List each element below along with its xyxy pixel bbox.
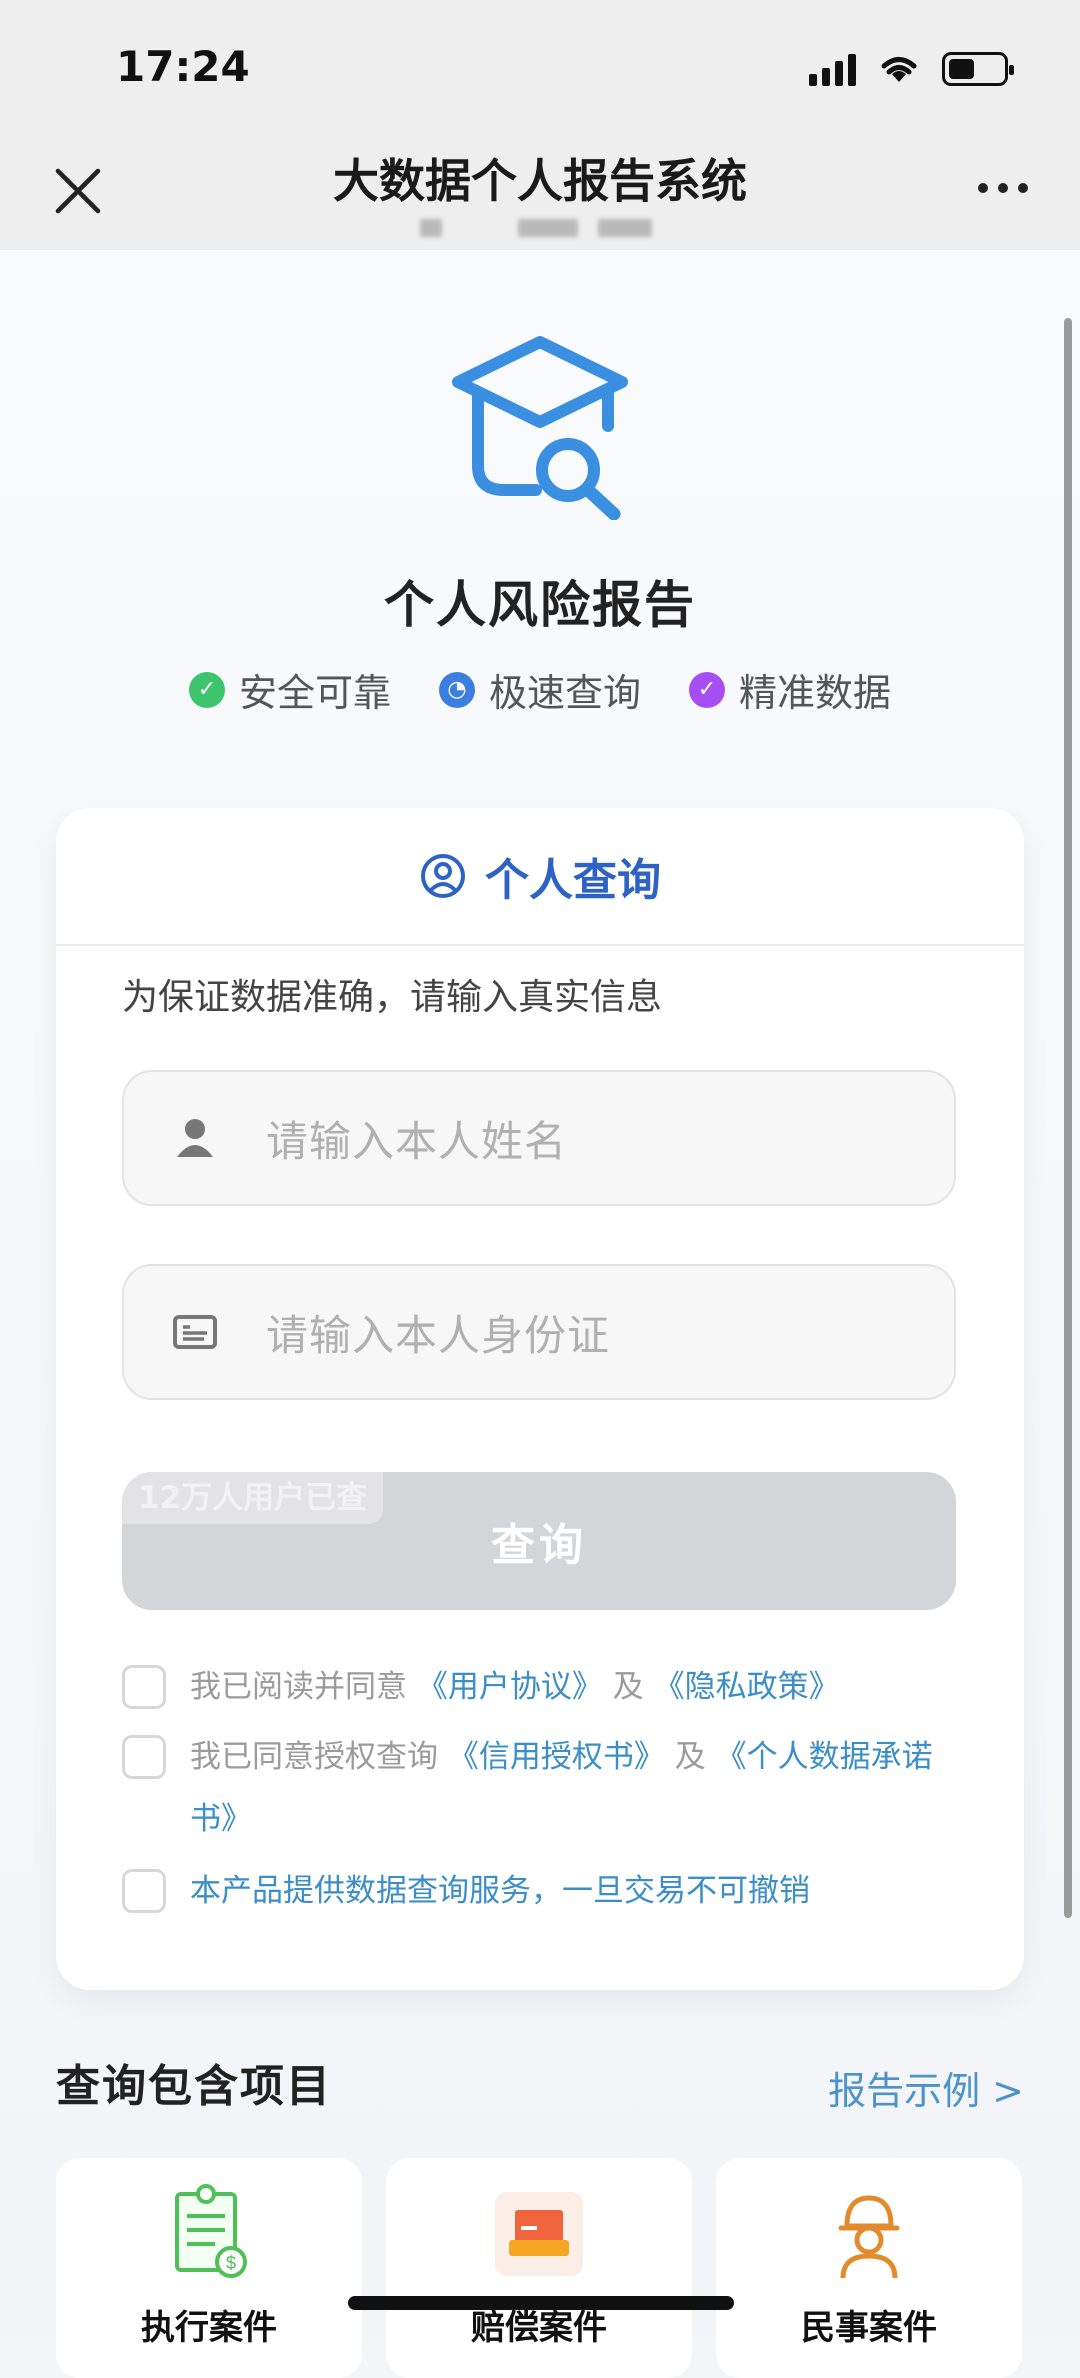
status-bar: 17:24 [0, 0, 1080, 135]
name-placeholder: 请输入本人姓名 [266, 1116, 568, 1166]
battery-icon [942, 52, 1014, 86]
item-compensation[interactable]: 赔偿案件 [386, 2158, 692, 2378]
clock-icon: ◔ [438, 671, 475, 708]
name-field[interactable]: 请输入本人姓名 [122, 1070, 956, 1206]
cellular-signal-icon [809, 52, 856, 86]
user-agreement-link[interactable]: 《用户协议》 [417, 1669, 603, 1705]
document-list-icon: $ [175, 2184, 247, 2278]
wifi-icon [881, 57, 917, 82]
feature-item: ◔ 极速查询 [438, 662, 641, 717]
blurred-subtitle [420, 219, 652, 237]
feature-label: 安全可靠 [238, 671, 391, 715]
person-icon [177, 1119, 213, 1157]
query-card: 个人查询 为保证数据准确，请输入真实信息 请输入本人姓名 请输入本人身份证 12… [56, 808, 1024, 1990]
check-circle-icon: ✓ [188, 671, 225, 708]
verified-icon: ✓ [689, 671, 725, 708]
item-civil[interactable]: 民事案件 [716, 2158, 1022, 2378]
user-circle-icon [421, 854, 465, 898]
item-label: 民事案件 [801, 2308, 937, 2348]
section-title: 查询包含项目 [56, 2061, 332, 2112]
id-placeholder: 请输入本人身份证 [266, 1310, 611, 1360]
query-items: $ 执行案件 赔偿案件 民事案件 [56, 2158, 1022, 2378]
worker-icon [838, 2195, 900, 2279]
report-sample-link[interactable]: 报告示例 > [828, 2060, 1024, 2115]
home-indicator[interactable] [348, 2296, 734, 2310]
id-card-field[interactable]: 请输入本人身份证 [122, 1264, 956, 1400]
user-count-badge: 12万人用户已查 [122, 1472, 384, 1524]
agreement-checkbox[interactable] [122, 1869, 166, 1913]
status-icons [809, 52, 1014, 86]
report-title: 个人风险报告 [384, 576, 696, 634]
compensation-icon [495, 2192, 583, 2276]
feature-item: ✓ 安全可靠 [188, 662, 391, 717]
agreement-text: 我已阅读并同意 [190, 1669, 407, 1705]
item-execution[interactable]: $ 执行案件 [56, 2158, 362, 2378]
agreement-credit: 我已同意授权查询 《信用授权书》 及 《个人数据承诺书》 [122, 1726, 956, 1850]
privacy-policy-link[interactable]: 《隐私政策》 [654, 1669, 840, 1705]
agreement-checkbox[interactable] [122, 1735, 166, 1779]
query-label: 查询 [491, 1520, 587, 1571]
feature-label: 极速查询 [488, 671, 641, 715]
feature-label: 精准数据 [739, 671, 892, 715]
feature-list: ✓ 安全可靠 ◔ 极速查询 ✓ 精准数据 [0, 662, 1080, 717]
input-tip: 为保证数据准确，请输入真实信息 [122, 977, 663, 1018]
agreement-checkbox[interactable] [122, 1665, 166, 1709]
nav-bar: 大数据个人报告系统 [0, 135, 1080, 250]
id-card-icon [173, 1315, 217, 1349]
agreement-text: 我已同意授权查询 [190, 1739, 438, 1775]
agreement-and: 及 [674, 1739, 706, 1775]
item-label: 执行案件 [141, 2308, 277, 2348]
scrollbar[interactable] [1064, 318, 1072, 1918]
agreement-user-privacy: 我已阅读并同意 《用户协议》 及 《隐私政策》 [122, 1656, 956, 1718]
card-title: 个人查询 [485, 855, 661, 906]
graduation-cap-search-icon [452, 336, 628, 520]
status-time: 17:24 [116, 42, 250, 91]
irrevocable-notice: 本产品提供数据查询服务，一旦交易不可撤销 [190, 1873, 810, 1909]
agreement-and: 及 [612, 1669, 644, 1705]
page-title: 大数据个人报告系统 [333, 154, 747, 208]
credit-authorization-link[interactable]: 《信用授权书》 [448, 1739, 665, 1775]
agreement-irrevocable: 本产品提供数据查询服务，一旦交易不可撤销 [122, 1860, 956, 1922]
svg-text:$: $ [226, 2253, 236, 2273]
feature-item: ✓ 精准数据 [689, 662, 891, 717]
card-header: 个人查询 [56, 808, 1024, 946]
query-button[interactable]: 12万人用户已查 查询 [122, 1472, 956, 1610]
more-icon[interactable] [978, 183, 1028, 193]
